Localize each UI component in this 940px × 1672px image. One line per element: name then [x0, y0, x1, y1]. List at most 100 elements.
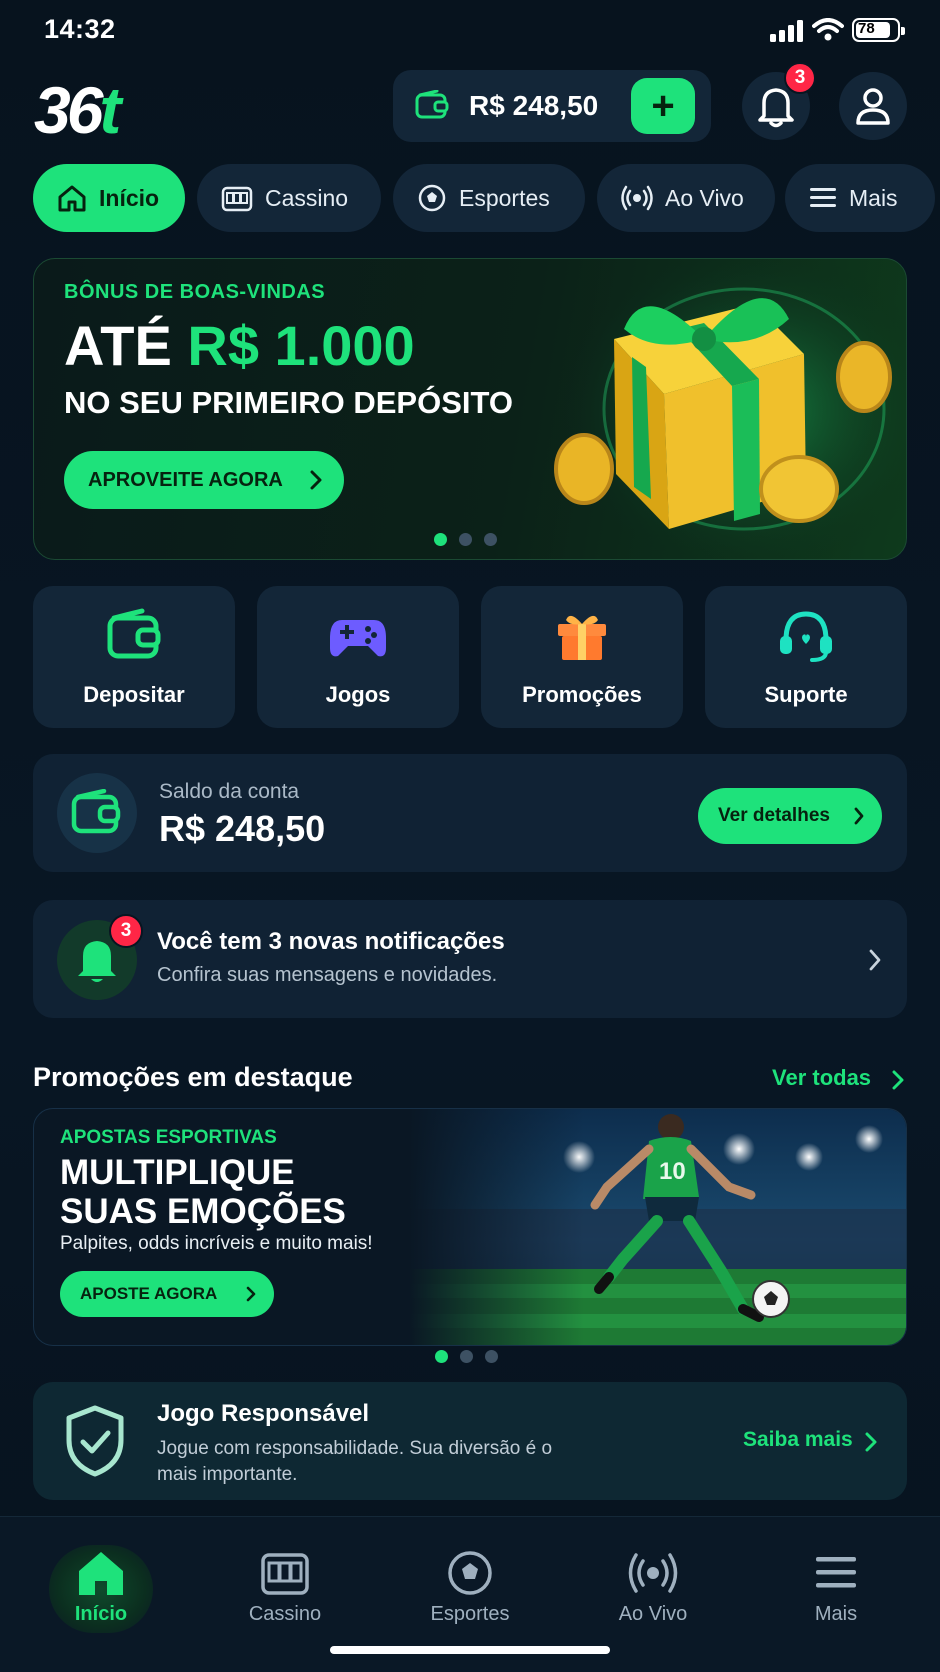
promo-carousel-dots: [435, 1350, 510, 1368]
tab-label: Cassino: [265, 184, 349, 211]
balance-pill[interactable]: R$ 248,50 +: [393, 70, 711, 142]
promo-subline: Palpites, odds incríveis e muito mais!: [60, 1233, 373, 1254]
deposit-add-button[interactable]: +: [631, 78, 695, 134]
wallet-icon: [415, 90, 449, 119]
tab-inicio[interactable]: Início: [33, 164, 185, 232]
battery-icon: 78: [852, 18, 905, 42]
hero-kicker: BÔNUS DE BOAS-VINDAS: [64, 281, 326, 303]
user-icon: [856, 88, 890, 125]
quick-action-depositar[interactable]: Depositar: [33, 586, 235, 728]
responsible-title: Jogo Responsável: [157, 1400, 370, 1427]
quick-action-promocoes[interactable]: Promoções: [481, 586, 683, 728]
tab-label: Esportes: [459, 184, 550, 211]
soccer-ball-icon: [418, 184, 446, 212]
carousel-dot[interactable]: [485, 1350, 498, 1363]
home-icon: [58, 185, 86, 212]
home-icon: [79, 1552, 123, 1595]
nav-ao-vivo[interactable]: Ao Vivo: [583, 1531, 723, 1631]
bet-now-button[interactable]: APOSTE AGORA: [60, 1271, 274, 1317]
signal-icon: [770, 20, 803, 42]
quick-action-label: Suporte: [764, 682, 848, 707]
quick-action-suporte[interactable]: Suporte: [705, 586, 907, 728]
hero-headline: ATÉ R$ 1.000: [64, 314, 415, 377]
category-tabs: Início Cassino Esportes Ao Vivo Mais: [33, 164, 940, 232]
chevron-right-icon: [865, 1432, 877, 1452]
gift-icon: [558, 615, 606, 660]
menu-icon: [810, 188, 836, 207]
notifications-title: Você tem 3 novas notificações: [157, 928, 505, 955]
nav-label: Esportes: [430, 1603, 510, 1625]
chevron-right-icon: [854, 807, 864, 825]
notification-count-badge: 3: [109, 914, 143, 948]
nav-esportes[interactable]: Esportes: [400, 1531, 540, 1631]
see-all-link[interactable]: Ver todas: [772, 1065, 904, 1091]
wallet-icon-container: [57, 773, 137, 853]
section-title: Promoções em destaque: [33, 1062, 353, 1092]
chevron-right-icon: [310, 470, 322, 490]
hero-carousel-dots: [434, 533, 509, 551]
quick-action-label: Depositar: [83, 682, 185, 707]
tab-label: Início: [99, 184, 160, 211]
nav-inicio[interactable]: Início: [31, 1531, 171, 1633]
quick-action-jogos[interactable]: Jogos: [257, 586, 459, 728]
slot-machine-icon: [261, 1553, 309, 1595]
wallet-icon: [71, 789, 121, 834]
carousel-dot[interactable]: [459, 533, 472, 546]
notifications-description: Confira suas mensagens e novidades.: [157, 964, 498, 986]
notifications-button[interactable]: 3: [742, 62, 816, 140]
claim-bonus-button[interactable]: APROVEITE AGORA: [64, 451, 344, 509]
chevron-right-icon: [892, 1070, 904, 1090]
menu-icon: [816, 1557, 856, 1588]
balance-value: R$ 248,50: [159, 808, 326, 849]
welcome-bonus-banner[interactable]: BÔNUS DE BOAS-VINDAS ATÉ R$ 1.000 NO SEU…: [33, 258, 907, 560]
gift-box-illustration: [554, 259, 906, 559]
status-time: 14:32: [44, 14, 116, 44]
nav-label: Cassino: [248, 1603, 322, 1625]
soccer-player-illustration: 10: [409, 1109, 906, 1345]
headset-icon: [780, 611, 832, 662]
hero-subline: NO SEU PRIMEIRO DEPÓSITO: [64, 385, 514, 420]
status-bar: 14:32 78: [0, 0, 940, 60]
tab-esportes[interactable]: Esportes: [393, 164, 585, 232]
tab-cassino[interactable]: Cassino: [197, 164, 381, 232]
view-details-button[interactable]: Ver detalhes: [698, 788, 882, 844]
balance-label: Saldo da conta: [159, 780, 300, 803]
carousel-dot[interactable]: [435, 1350, 448, 1363]
nav-cassino[interactable]: Cassino: [215, 1531, 355, 1631]
brand-logo[interactable]: 36t: [34, 72, 121, 148]
carousel-dot[interactable]: [460, 1350, 473, 1363]
gamepad-icon: [330, 620, 386, 657]
quick-action-label: Jogos: [325, 682, 391, 707]
learn-more-link[interactable]: Saiba mais: [743, 1428, 877, 1452]
carousel-dot[interactable]: [484, 533, 497, 546]
battery-level: 78: [858, 20, 875, 37]
profile-button[interactable]: [839, 72, 907, 140]
promo-kicker: APOSTAS ESPORTIVAS: [60, 1127, 277, 1148]
notifications-card[interactable]: 3 Você tem 3 novas notificações Confira …: [33, 900, 907, 1018]
wallet-icon: [107, 608, 161, 659]
responsible-gaming-card[interactable]: Jogo Responsável Jogue com responsabilid…: [33, 1382, 907, 1500]
bell-icon: [78, 941, 116, 982]
live-broadcast-icon: [628, 1553, 678, 1593]
tab-ao-vivo[interactable]: Ao Vivo: [597, 164, 775, 232]
promo-headline: MULTIPLIQUE SUAS EMOÇÕES: [60, 1153, 346, 1231]
header-balance: R$ 248,50: [469, 90, 599, 121]
soccer-ball-icon: [448, 1551, 492, 1595]
carousel-dot[interactable]: [434, 533, 447, 546]
live-broadcast-icon: [621, 185, 653, 211]
notification-badge: 3: [784, 62, 816, 94]
tab-mais[interactable]: Mais: [785, 164, 935, 232]
tab-label: Mais: [849, 184, 898, 211]
promo-card-sports[interactable]: 10 APOSTAS ESPORTIVAS MULTIPLIQUE SUAS E…: [33, 1108, 907, 1346]
nav-label: Ao Vivo: [618, 1603, 688, 1625]
nav-label: Mais: [814, 1603, 858, 1625]
nav-label: Início: [74, 1603, 128, 1625]
home-indicator[interactable]: [330, 1646, 610, 1654]
slot-machine-icon: [221, 186, 253, 212]
chevron-right-icon: [246, 1286, 256, 1302]
responsible-description: Jogue com responsabilidade. Sua diversão…: [157, 1438, 553, 1485]
nav-mais[interactable]: Mais: [766, 1531, 906, 1631]
tab-label: Ao Vivo: [665, 184, 744, 211]
app-screen: 14:32 78 36t R$ 248,50 + 3 Início Cassin…: [0, 0, 940, 1672]
wifi-icon: [812, 18, 844, 41]
